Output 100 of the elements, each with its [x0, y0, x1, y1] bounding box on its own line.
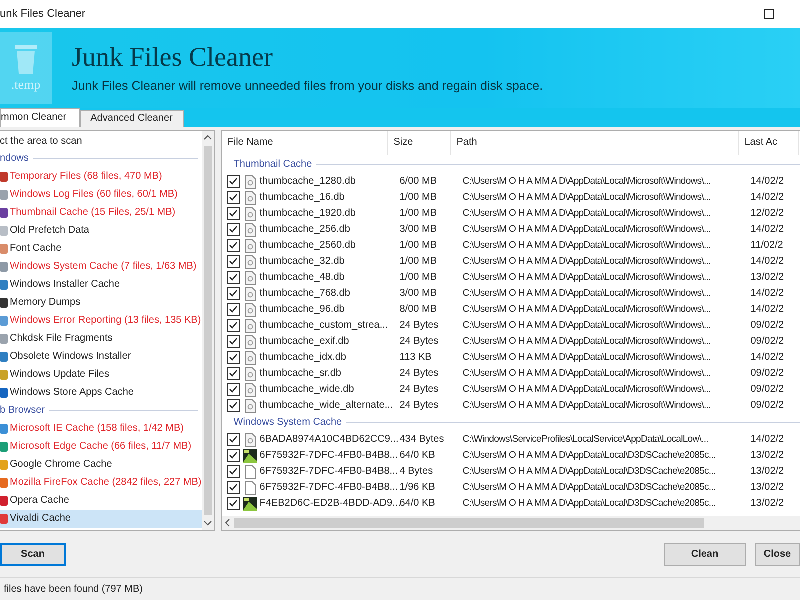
checkbox[interactable]: [226, 287, 240, 300]
checkbox[interactable]: [226, 319, 240, 332]
checkbox[interactable]: [226, 351, 240, 364]
table-cell-text: C:\Users\M O H A MM A D\AppData\Local\Microsoft\Windows\...: [462, 304, 712, 316]
table-cell-text: 14/02/2: [750, 192, 786, 204]
table-cell-text: 13/02/2: [750, 450, 786, 462]
table-cell-text: 1/00 MB: [400, 208, 438, 220]
checkbox[interactable]: [226, 303, 240, 316]
table-cell-text: 09/02/2: [750, 368, 786, 380]
document-icon: [244, 302, 256, 317]
checkbox[interactable]: [226, 271, 240, 284]
item-label: Mozilla FireFox Cache (2842 files, 227 MB): [10, 477, 202, 488]
banner-subtitle: Junk Files Cleaner will remove unneeded files from your disks and regain disk space.: [72, 79, 544, 94]
table-cell-text: 14/02/2: [750, 434, 786, 446]
item-label: Font Cache: [10, 243, 62, 254]
table-cell-text: 6/00 MB: [400, 176, 438, 188]
scroll-up-icon[interactable]: [204, 134, 212, 140]
table-cell-text: thumbcache_48.db: [260, 272, 346, 284]
table-cell-text: 09/02/2: [750, 400, 786, 412]
tab[interactable]: Advanced Cleaner: [80, 110, 184, 127]
item-label: Windows Log Files (60 files, 60/1 MB): [10, 189, 178, 200]
checkbox[interactable]: [226, 207, 240, 220]
scan-area-item[interactable]: Microsoft Edge Cache (66 files, 11/7 MB): [0, 438, 202, 456]
item-label: Windows Error Reporting (13 files, 135 KB): [10, 315, 202, 326]
table-cell-text: 09/02/2: [750, 384, 786, 396]
scan-area-item[interactable]: Font Cache: [0, 240, 202, 258]
checkbox[interactable]: [226, 367, 240, 380]
checkbox[interactable]: [226, 481, 240, 494]
window-title: unk Files Cleaner: [0, 8, 86, 20]
table-cell-text: C:\Users\M O H A MM A D\AppData\Local\Microsoft\Windows\...: [462, 336, 712, 348]
table-cell-text: thumbcache_idx.db: [260, 352, 348, 364]
scan-area-item[interactable]: Windows Error Reporting (13 files, 135 KB): [0, 312, 202, 330]
scan-area-item[interactable]: Windows Update Files: [0, 366, 202, 384]
scan-area-item[interactable]: Old Prefetch Data: [0, 222, 202, 240]
column-header[interactable]: Size: [388, 130, 451, 155]
maximize-icon[interactable]: [764, 8, 774, 19]
scan-area-item[interactable]: Mozilla FireFox Cache (2842 files, 227 MB): [0, 474, 202, 492]
checkbox[interactable]: [226, 175, 240, 188]
checkbox[interactable]: [226, 465, 240, 478]
item-label: Obsolete Windows Installer: [10, 351, 132, 362]
scan-area-title: ct the area to scan: [0, 134, 84, 149]
checkbox[interactable]: [226, 239, 240, 252]
table-cell-text: C:\Users\M O H A MM A D\AppData\Local\Microsoft\Windows\...: [462, 368, 712, 380]
scan-area-item[interactable]: Google Chrome Cache: [0, 456, 202, 474]
column-header[interactable]: Path: [450, 130, 739, 155]
tab[interactable]: mmon Cleaner: [0, 108, 80, 127]
scan-area-item[interactable]: Windows Log Files (60 files, 60/1 MB): [0, 186, 202, 204]
horizontal-scrollbar[interactable]: [222, 516, 800, 530]
checkbox[interactable]: [226, 433, 240, 446]
scroll-left-icon[interactable]: [224, 519, 230, 528]
item-label: Google Chrome Cache: [10, 459, 112, 470]
close-button[interactable]: Close: [755, 542, 800, 566]
table-cell-text: 8/00 MB: [400, 304, 438, 316]
item-label: Microsoft IE Cache (158 files, 1/42 MB): [10, 423, 184, 434]
table-cell-text: thumbcache_exif.db: [260, 336, 350, 348]
table-cell-text: C:\Users\M O H A MM A D\AppData\Local\Microsoft\Windows\...: [462, 352, 712, 364]
column-header[interactable]: File Name: [222, 130, 388, 155]
status-text: files have been found (797 MB): [3, 584, 143, 595]
table-cell-text: C:\Users\M O H A MM A D\AppData\Local\D3DSCache\e2085c...: [462, 466, 717, 478]
scroll-down-icon[interactable]: [204, 521, 212, 526]
document-icon: [244, 174, 256, 189]
table-cell-text: 64/0 KB: [400, 498, 436, 510]
clean-button[interactable]: Clean: [664, 542, 746, 566]
checkbox[interactable]: [226, 383, 240, 396]
table-cell-text: 1/00 MB: [400, 256, 438, 268]
scan-area-item[interactable]: Obsolete Windows Installer: [0, 348, 202, 366]
table-cell-text: C:\Users\M O H A MM A D\AppData\Local\Microsoft\Windows\...: [462, 240, 712, 252]
scan-area-item[interactable]: Vivaldi Cache: [0, 510, 202, 528]
table-cell-text: C:\Users\M O H A MM A D\AppData\Local\D3DSCache\e2085c...: [462, 498, 717, 510]
document-icon: [244, 432, 256, 447]
document-icon: [244, 254, 256, 269]
checkbox[interactable]: [226, 449, 240, 462]
scan-area-item[interactable]: Thumbnail Cache (15 Files, 25/1 MB): [0, 204, 202, 222]
document-icon: [244, 286, 256, 301]
table-cell-text: 24 Bytes: [400, 336, 440, 348]
scan-area-item[interactable]: Opera Cache: [0, 492, 202, 510]
checkbox[interactable]: [226, 223, 240, 236]
table-cell-text: 1/96 KB: [400, 482, 436, 494]
table-cell-text: 4 Bytes: [400, 466, 434, 478]
scan-area-item[interactable]: Temporary Files (68 files, 470 MB): [0, 168, 202, 186]
table-cell-text: 14/02/2: [750, 288, 786, 300]
table-cell-text: 13/02/2: [750, 466, 786, 478]
item-label: Chkdsk File Fragments: [10, 333, 113, 344]
table-cell-text: thumbcache_wide_alternate...: [260, 400, 394, 412]
scan-area-item[interactable]: Microsoft IE Cache (158 files, 1/42 MB): [0, 420, 202, 438]
checkbox[interactable]: [226, 335, 240, 348]
checkbox[interactable]: [226, 191, 240, 204]
scan-area-item[interactable]: Windows System Cache (7 files, 1/63 MB): [0, 258, 202, 276]
checkbox[interactable]: [226, 255, 240, 268]
scan-area-item[interactable]: Chkdsk File Fragments: [0, 330, 202, 348]
scan-area-item[interactable]: Memory Dumps: [0, 294, 202, 312]
table-cell-text: C:\Windows\ServiceProfiles\LocalService\AppData\LocalLow\...: [462, 434, 710, 446]
scan-button[interactable]: Scan: [0, 542, 66, 566]
checkbox[interactable]: [226, 399, 240, 412]
checkbox[interactable]: [226, 497, 240, 510]
column-header[interactable]: Last Ac: [738, 130, 799, 155]
vertical-scrollbar[interactable]: [202, 130, 214, 530]
scan-area-item[interactable]: Windows Installer Cache: [0, 276, 202, 294]
table-cell-text: thumbcache_768.db: [260, 288, 352, 300]
scan-area-item[interactable]: Windows Store Apps Cache: [0, 384, 202, 402]
